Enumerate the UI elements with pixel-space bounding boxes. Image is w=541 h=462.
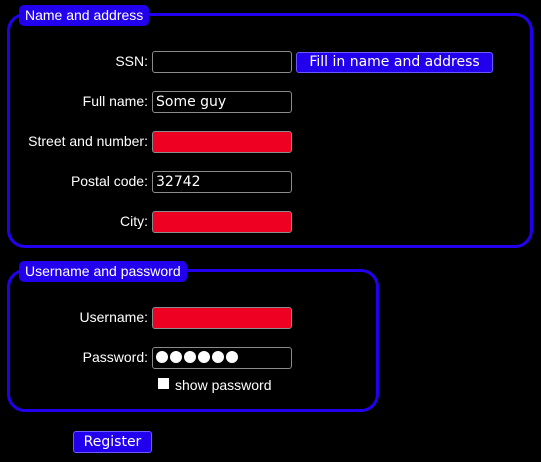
street-input[interactable] <box>152 131 292 153</box>
username-input[interactable] <box>152 307 292 329</box>
password-input[interactable] <box>152 347 292 369</box>
show-password-label: show password <box>175 377 272 393</box>
fill-name-address-button[interactable]: Fill in name and address <box>296 52 493 73</box>
register-button[interactable]: Register <box>73 431 152 453</box>
fullname-input[interactable]: Some guy <box>152 91 292 113</box>
postal-code-input[interactable]: 32742 <box>152 171 292 193</box>
password-dot <box>226 351 238 363</box>
password-mask <box>156 351 238 363</box>
show-password-checkbox[interactable] <box>158 378 169 389</box>
password-dot <box>212 351 224 363</box>
street-label: Street and number: <box>28 133 148 149</box>
password-dot <box>170 351 182 363</box>
password-dot <box>156 351 168 363</box>
username-label: Username: <box>79 309 148 325</box>
ssn-label: SSN: <box>115 53 148 69</box>
password-dot <box>198 351 210 363</box>
fullname-label: Full name: <box>82 93 148 109</box>
credentials-legend: Username and password <box>19 261 187 282</box>
password-dot <box>184 351 196 363</box>
password-label: Password: <box>82 349 148 365</box>
name-address-legend: Name and address <box>19 5 150 26</box>
postal-code-label: Postal code: <box>70 173 148 189</box>
city-input[interactable] <box>152 211 292 233</box>
city-label: City: <box>120 213 148 229</box>
ssn-input[interactable] <box>152 51 292 73</box>
